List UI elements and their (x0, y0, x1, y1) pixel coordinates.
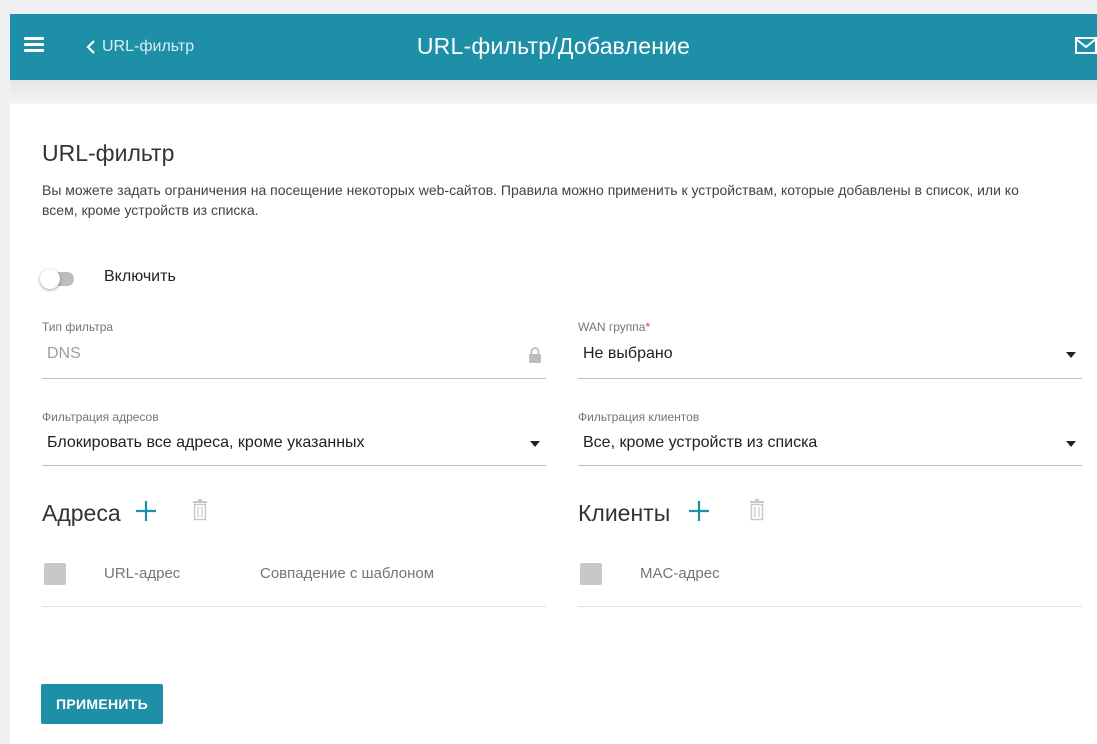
wan-group-select[interactable]: WAN группа* Не выбрано (578, 320, 1082, 379)
client-filtering-label: Фильтрация клиентов (578, 410, 700, 424)
wan-group-label: WAN группа (578, 320, 646, 334)
content-card: URL-фильтр Вы можете задать ограничения … (10, 104, 1097, 744)
address-filtering-select[interactable]: Фильтрация адресов Блокировать все адрес… (42, 410, 546, 466)
add-address-plus-icon[interactable] (134, 499, 158, 523)
apply-button[interactable]: ПРИМЕНИТЬ (41, 684, 163, 724)
page-title: URL-фильтр/Добавление (416, 33, 691, 59)
column-url-address: URL-адрес (104, 565, 181, 582)
dropdown-caret-icon (1066, 352, 1076, 358)
section-title: URL-фильтр (42, 140, 175, 166)
clients-select-all-checkbox[interactable] (580, 563, 602, 585)
add-client-plus-icon[interactable] (687, 499, 711, 523)
dropdown-caret-icon (1066, 441, 1076, 447)
dropdown-caret-icon (530, 441, 540, 447)
column-pattern-match: Совпадение с шаблоном (260, 565, 435, 582)
mail-icon[interactable] (1075, 36, 1097, 56)
enable-toggle[interactable] (40, 269, 74, 289)
address-filtering-label: Фильтрация адресов (42, 410, 159, 424)
filter-type-field: Тип фильтра DNS (42, 320, 546, 379)
addresses-select-all-checkbox[interactable] (44, 563, 66, 585)
clients-table-divider (578, 606, 1082, 607)
header-shadow (10, 80, 1097, 104)
enable-toggle-label: Включить (104, 268, 176, 285)
filter-type-label: Тип фильтра (42, 320, 114, 334)
delete-client-trash-icon[interactable] (749, 498, 765, 522)
filter-type-value: DNS (47, 345, 81, 362)
wan-group-value: Не выбрано (583, 345, 673, 362)
addresses-title: Адреса (42, 500, 121, 526)
clients-title: Клиенты (578, 500, 671, 526)
client-filtering-value: Все, кроме устройств из списка (583, 434, 818, 451)
top-bar: URL-фильтр URL-фильтр/Добавление (10, 14, 1097, 80)
column-mac-address: MAC-адрес (640, 565, 720, 582)
client-filtering-select[interactable]: Фильтрация клиентов Все, кроме устройств… (578, 410, 1082, 466)
lock-icon (529, 347, 541, 363)
required-mark: * (645, 320, 651, 334)
addresses-table-divider (42, 606, 546, 607)
delete-address-trash-icon[interactable] (192, 498, 208, 522)
section-description: Вы можете задать ограничения на посещени… (42, 182, 1019, 218)
address-filtering-value: Блокировать все адреса, кроме указанных (47, 434, 365, 451)
